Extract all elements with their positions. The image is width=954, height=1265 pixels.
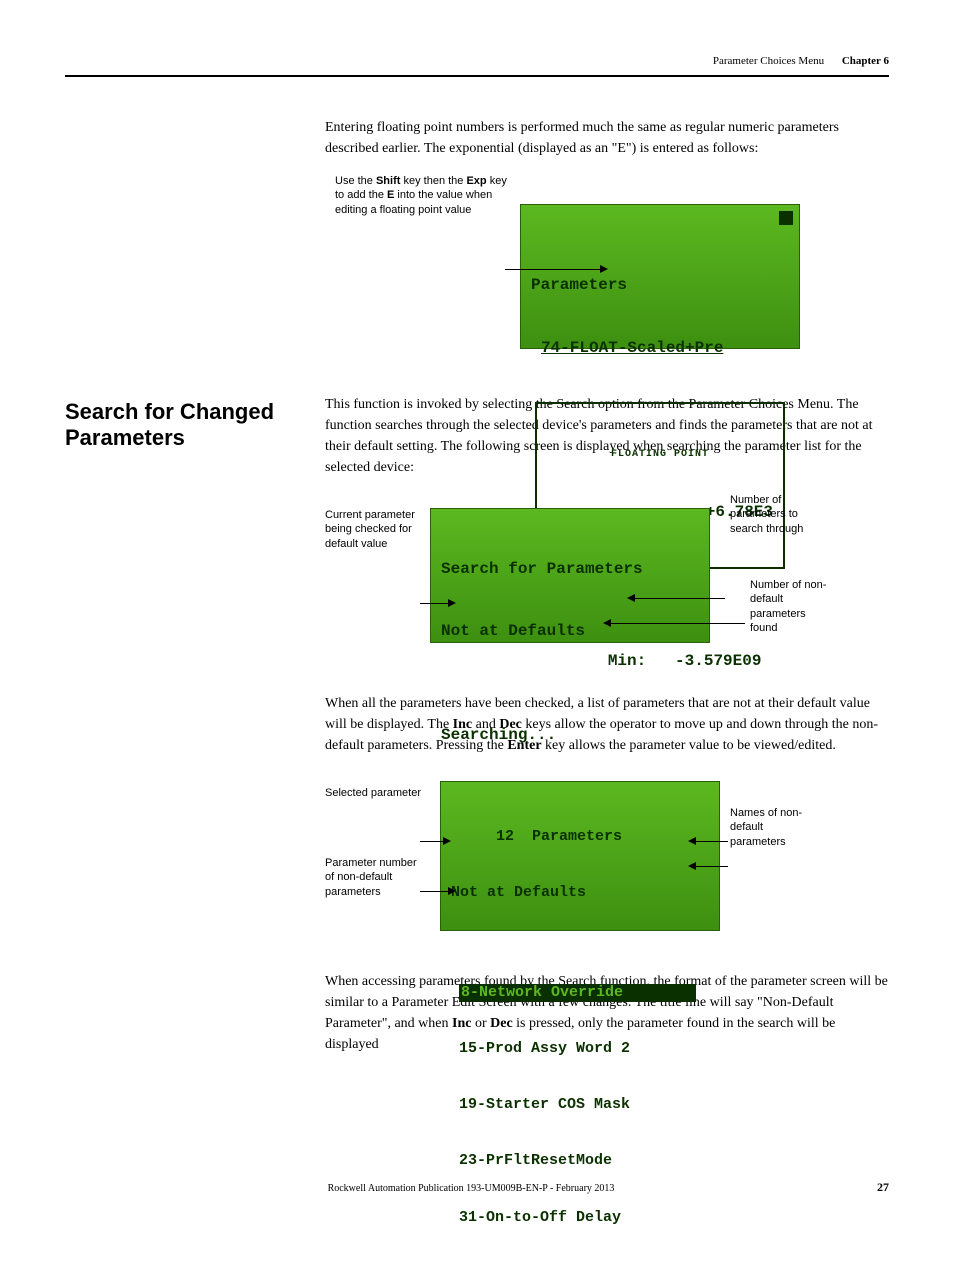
lcd3-item: 31-On-to-Off Delay: [459, 1209, 709, 1228]
fig2-caption-rb: Number of non-default parameters found: [750, 578, 830, 635]
lcd3-item: 15-Prod Assy Word 2: [459, 1040, 709, 1059]
lcd3-item: 19-Starter COS Mask: [459, 1096, 709, 1115]
arrow-icon: [603, 619, 611, 627]
arrow-icon: [600, 265, 608, 273]
fig2-caption-rt: Number of parameters to search through: [730, 493, 810, 536]
lcd3-subtitle: Not at Defaults: [451, 884, 709, 903]
fig3-caption-lt: Selected parameter: [325, 786, 425, 800]
arrow-icon: [448, 599, 456, 607]
fig1-caption: Use the Shift key then the Exp key to ad…: [335, 174, 510, 217]
e-indicator-icon: [779, 211, 793, 225]
lcd3-item-selected: 8-Network Override: [459, 984, 696, 1003]
lcd2-line3: Searching...: [441, 725, 699, 746]
lcd3-count: 12: [496, 828, 514, 845]
section-heading: Search for Changed Parameters: [65, 399, 295, 452]
intro-paragraph: Entering floating point numbers is perfo…: [325, 117, 889, 159]
lcd-screen-3: 12 Parameters Not at Defaults 8-Network …: [440, 781, 720, 931]
lcd3-item: 23-PrFltResetMode: [459, 1152, 709, 1171]
footer-publication: Rockwell Automation Publication 193-UM00…: [328, 1183, 615, 1194]
lcd1-title: Parameters: [531, 275, 789, 296]
fig2-caption-left: Current parameter being checked for defa…: [325, 508, 420, 551]
header-chapter: Chapter 6: [842, 55, 889, 67]
arrow-icon: [688, 837, 696, 845]
arrow-icon: [448, 887, 456, 895]
lcd2-line2: Not at Defaults: [441, 621, 699, 642]
page-footer: Rockwell Automation Publication 193-UM00…: [65, 1180, 889, 1195]
lcd2-line1: Search for Parameters: [441, 559, 699, 580]
lcd1-line1: 74-FLOAT-Scaled+Pre: [541, 338, 789, 359]
arrow-icon: [688, 862, 696, 870]
footer-page-number: 27: [877, 1180, 889, 1195]
lcd1-box-label: FLOATING POINT: [539, 448, 781, 461]
fig3-caption-lb: Parameter number of non-default paramete…: [325, 856, 425, 899]
arrow-icon: [627, 594, 635, 602]
arrow-icon: [443, 837, 451, 845]
header-section: Parameter Choices Menu: [713, 55, 824, 67]
page-header: Parameter Choices Menu Chapter 6: [65, 55, 889, 77]
lcd-screen-1: Parameters 74-FLOAT-Scaled+Pre FLOATING …: [520, 204, 800, 349]
fig3-caption-r: Names of non-default parameters: [730, 806, 820, 849]
